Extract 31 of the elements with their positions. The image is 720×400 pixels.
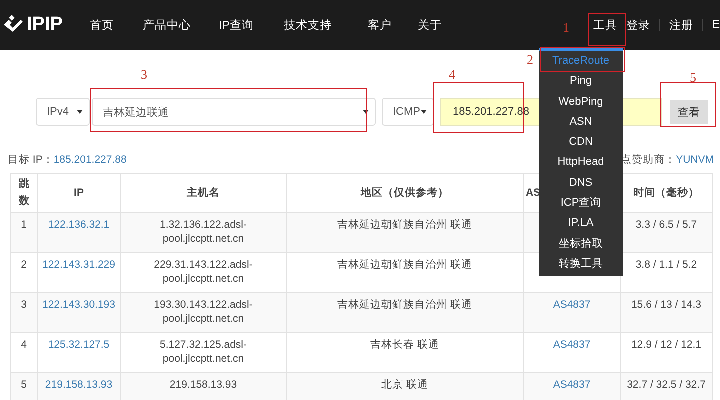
table-cell: 3.8 / 1.1 / 5.2 — [636, 258, 698, 272]
table-cell-text: 229.31.143.122.adsl-pool.jlccptt.net.cn — [153, 258, 254, 286]
table-cell: 4 — [21, 338, 27, 352]
table-cell: 15.6 / 13 / 14.3 — [631, 298, 702, 312]
column-header: 地区（仅供参考） — [361, 186, 449, 200]
annotation-number: 3 — [141, 67, 148, 83]
table-cell: 吉林延边朝鲜族自治州 联通 — [338, 298, 472, 312]
annotation-number: 5 — [690, 70, 696, 86]
table-cell: 219.158.13.93 — [170, 378, 238, 392]
table-cell-text: 1.32.136.122.adsl-pool.jlccptt.net.cn — [159, 218, 248, 246]
table-cell: 12.9 / 12 / 12.1 — [631, 338, 702, 352]
column-header: 时间（毫秒） — [634, 186, 700, 200]
table-cell: 1 — [21, 218, 27, 232]
table-cell: 2 — [21, 258, 27, 272]
table-cell: 北京 联通 — [382, 378, 428, 392]
annotation-number: 4 — [449, 67, 456, 83]
table-cell: 吉林延边朝鲜族自治州 联通 — [338, 258, 472, 272]
column-header: 主机名 — [187, 186, 220, 200]
annotation-number: 2 — [527, 52, 534, 68]
table-cell: 5 — [21, 378, 27, 392]
table-cell: 3 — [21, 298, 27, 312]
table-cell-text: 5.127.32.125.adsl-pool.jlccptt.net.cn — [159, 338, 248, 366]
table-cell: 32.7 / 32.5 / 32.7 — [627, 378, 706, 392]
table-cell: 3.3 / 6.5 / 5.7 — [636, 218, 698, 232]
table-cell: 吉林延边朝鲜族自治州 联通 — [338, 218, 472, 232]
column-header: IP — [74, 187, 84, 199]
target-label: 目标 IP： — [8, 153, 54, 167]
table-cell-text: 193.30.143.122.adsl-pool.jlccptt.net.cn — [153, 298, 254, 326]
table-cell: 吉林长春 联通 — [370, 338, 440, 352]
annotation-number: 1 — [563, 20, 570, 36]
column-header: 跳数 — [18, 177, 30, 209]
